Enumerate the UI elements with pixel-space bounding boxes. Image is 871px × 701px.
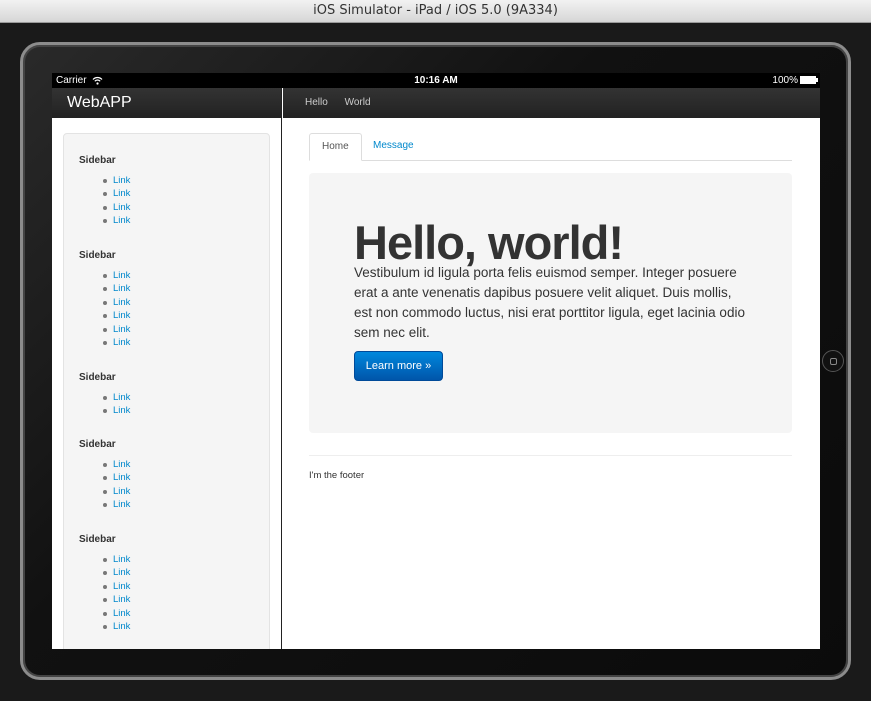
simulator-window: iOS Simulator - iPad / iOS 5.0 (9A334) C…	[0, 0, 871, 701]
sidebar-link[interactable]: Link	[102, 566, 130, 579]
sidebar-link[interactable]: Link	[102, 201, 130, 214]
sidebar-link[interactable]: Link	[102, 296, 130, 309]
right-pane: Hello World Home Message Hello, world! V…	[283, 88, 820, 649]
footer-divider	[309, 455, 792, 456]
tab-message[interactable]: Message	[361, 133, 426, 159]
status-time: 10:16 AM	[414, 75, 458, 86]
sidebar-link[interactable]: Link	[102, 404, 130, 417]
sidebar-link-list: Link Link Link Link	[79, 174, 130, 228]
battery-icon	[800, 76, 818, 85]
sidebar-link[interactable]: Link	[102, 498, 130, 511]
battery-status: 100%	[772, 73, 818, 88]
ipad-screen: Carrier 10:16 AM 100% WebAPP Sidebar Link…	[52, 73, 820, 649]
sidebar-link[interactable]: Link	[102, 336, 130, 349]
sidebar-link[interactable]: Link	[102, 620, 130, 633]
sidebar-link[interactable]: Link	[102, 593, 130, 606]
sidebar-link[interactable]: Link	[102, 471, 130, 484]
hero-text: Vestibulum id ligula porta felis euismod…	[354, 265, 745, 340]
tab-home[interactable]: Home	[309, 133, 362, 161]
sidebar-link[interactable]: Link	[102, 174, 130, 187]
sidebar-link[interactable]: Link	[102, 323, 130, 336]
sidebar-link-list: Link Link Link Link	[79, 458, 130, 512]
sidebar-section: Sidebar Link Link Link Link	[64, 154, 130, 228]
window-titlebar[interactable]: iOS Simulator - iPad / iOS 5.0 (9A334)	[0, 0, 871, 23]
sidebar-section: Sidebar Link Link Link Link Link Link	[64, 249, 130, 349]
sidebar-link[interactable]: Link	[102, 458, 130, 471]
sidebar-header: Sidebar	[79, 250, 116, 261]
sidebar-header: Sidebar	[79, 372, 116, 383]
home-button[interactable]	[822, 350, 844, 372]
left-navbar: WebAPP	[52, 88, 281, 118]
sidebar-link[interactable]: Link	[102, 553, 130, 566]
sidebar-header: Sidebar	[79, 534, 116, 545]
tab-bar: Home Message	[309, 133, 792, 161]
sidebar-link[interactable]: Link	[102, 580, 130, 593]
sidebar-link-list: Link Link	[79, 391, 130, 418]
sidebar-well: Sidebar Link Link Link Link Sidebar Link Link Li…	[63, 133, 270, 649]
sidebar-link-list: Link Link Link Link Link Link	[79, 553, 130, 633]
footer-text: I'm the footer	[309, 470, 365, 481]
sidebar-header: Sidebar	[79, 155, 116, 166]
hero-unit: Hello, world! Vestibulum id ligula porta…	[309, 173, 792, 433]
sidebar-link[interactable]: Link	[102, 214, 130, 227]
sidebar-section: Sidebar Link Link Link Link Link Link	[64, 533, 130, 633]
nav-item-hello[interactable]: Hello	[305, 97, 328, 108]
right-navbar: Hello World	[283, 88, 820, 118]
brand-title[interactable]: WebAPP	[67, 94, 132, 111]
sidebar-link[interactable]: Link	[102, 187, 130, 200]
sidebar-link[interactable]: Link	[102, 391, 130, 404]
status-bar: Carrier 10:16 AM 100%	[52, 73, 820, 88]
sidebar-link-list: Link Link Link Link Link Link	[79, 269, 130, 349]
nav-item-world[interactable]: World	[345, 97, 371, 108]
home-square-icon	[830, 358, 837, 365]
sidebar-link[interactable]: Link	[102, 282, 130, 295]
battery-percent: 100%	[772, 75, 798, 86]
sidebar-link[interactable]: Link	[102, 485, 130, 498]
sidebar-link[interactable]: Link	[102, 309, 130, 322]
sidebar-link[interactable]: Link	[102, 269, 130, 282]
sidebar-section: Sidebar Link Link Link Link	[64, 438, 130, 512]
sidebar-link[interactable]: Link	[102, 607, 130, 620]
sidebar-section: Sidebar Link Link	[64, 371, 130, 418]
learn-more-button[interactable]: Learn more »	[354, 351, 443, 381]
sidebar-header: Sidebar	[79, 439, 116, 450]
left-pane: WebAPP Sidebar Link Link Link Link Sidebar Lin…	[52, 88, 282, 649]
